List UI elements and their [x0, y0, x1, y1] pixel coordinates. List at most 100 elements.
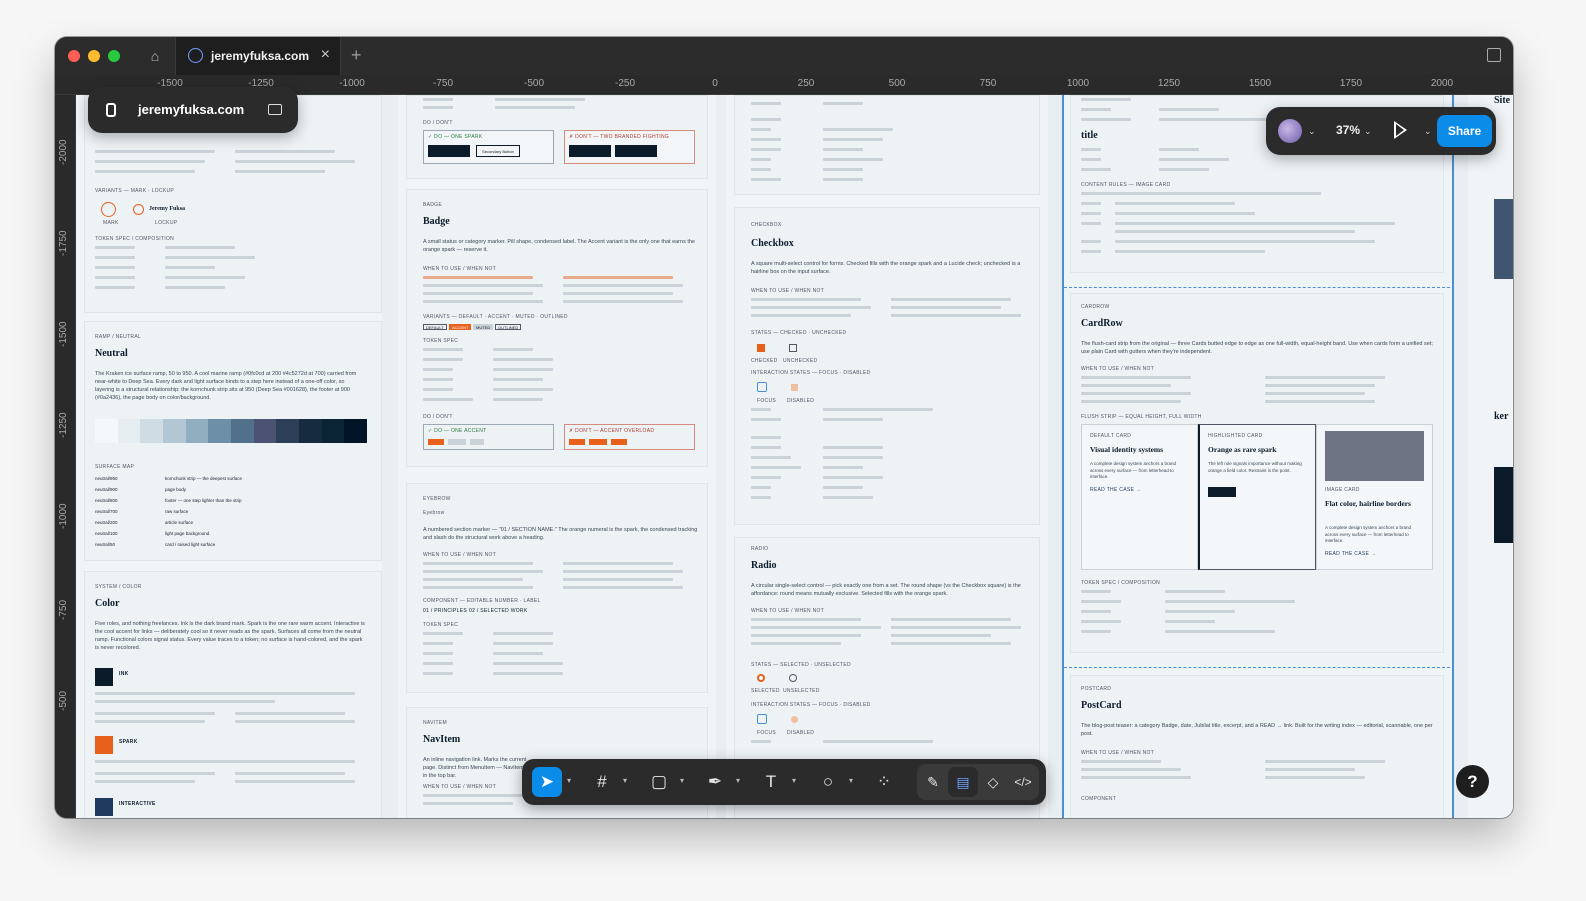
chevron-down-icon[interactable]: ▾ — [680, 776, 684, 785]
card-cta[interactable] — [1208, 487, 1236, 497]
dont-example: ✗ DON'T — TWO BRANDED FIGHTING — [564, 130, 695, 164]
read-case-link[interactable]: READ THE CASE → — [1090, 487, 1141, 493]
badge-dont-label: ✗ DON'T — ACCENT OVERLOAD — [569, 428, 655, 434]
checked-label: CHECKED — [751, 358, 778, 364]
design-canvas[interactable]: VARIANTS — MARK · LOCKUP MARK Jeremy Fuk… — [76, 95, 1513, 818]
secondary-button[interactable]: Secondary Button — [476, 145, 520, 157]
chevron-down-icon[interactable]: ⌄ — [1308, 126, 1316, 137]
figma-logo-icon[interactable] — [106, 103, 116, 117]
ruler-label: -250 — [614, 78, 636, 89]
eyebrow-card[interactable]: EYEBROW Eyebrow A numbered section marke… — [406, 483, 708, 693]
zoom-level[interactable]: 37% — [1336, 123, 1360, 137]
eyebrow-title: Eyebrow — [423, 510, 445, 516]
dev-mode-icon[interactable]: </> — [1008, 767, 1038, 797]
eyebrow-description: A numbered section marker — "01 / SECTIO… — [423, 527, 698, 541]
file-menu-pill[interactable]: jeremyfuksa.com — [88, 87, 298, 133]
component-icon[interactable]: ◇ — [978, 767, 1008, 797]
card-highlighted[interactable]: HIGHLIGHTED CARD Orange as rare spark Th… — [1198, 424, 1316, 570]
chevron-down-icon[interactable]: ▾ — [623, 776, 627, 785]
ruler-label: -500 — [58, 690, 69, 711]
badge-do-example: ✓ DO — ONE ACCENT — [423, 424, 554, 450]
bottom-toolbar: ➤ ▾ # ▾ ▢ ▾ ✒ ▾ T ▾ ○ ▾ ⁘ ✎ ▤ ◇ </> — [522, 759, 1046, 805]
input-card[interactable] — [734, 95, 1040, 195]
mark-label: MARK — [103, 220, 119, 226]
file-name[interactable]: jeremyfuksa.com — [138, 102, 244, 117]
draw-icon[interactable]: ✎ — [918, 767, 948, 797]
ruler-label: -750 — [432, 78, 454, 89]
disabled-label: DISABLED — [787, 398, 815, 404]
avatar[interactable] — [1278, 119, 1302, 143]
present-icon[interactable] — [1394, 121, 1407, 139]
card-image[interactable]: IMAGE CARD Flat color, hairline borders … — [1316, 424, 1433, 570]
share-button[interactable]: Share — [1437, 115, 1492, 147]
toggle-panel-icon[interactable] — [268, 104, 282, 115]
help-button[interactable]: ? — [1456, 765, 1489, 798]
ruler-label: 500 — [888, 78, 906, 89]
when-label: WHEN TO USE / WHEN NOT — [1081, 750, 1155, 756]
neutral-row-label: neutral/200 — [95, 520, 118, 525]
neutral-card[interactable]: RAMP / NEUTRAL Neutral The Kraken ice su… — [84, 321, 382, 561]
home-icon[interactable]: ⌂ — [147, 48, 163, 64]
actions-icon[interactable]: ⁘ — [869, 767, 899, 797]
navitem-kicker: NAVITEM — [423, 720, 447, 726]
frame-column-1[interactable]: VARIANTS — MARK · LOCKUP MARK Jeremy Fuk… — [76, 95, 382, 818]
button-card[interactable]: DO / DON'T ✓ DO — ONE SPARK Secondary Bu… — [406, 95, 708, 179]
design-icon[interactable]: ▤ — [948, 767, 978, 797]
frame-column-4[interactable]: title CONTENT RULES — image card CARDROW… — [1062, 95, 1454, 818]
neutral-kicker: RAMP / NEUTRAL — [95, 334, 142, 340]
cardrow-card[interactable]: CARDROW CardRow The flush-card strip fro… — [1070, 293, 1444, 653]
radio-states-label: STATES — SELECTED · UNSELECTED — [751, 662, 851, 668]
pen-icon[interactable]: ✒ — [700, 767, 730, 797]
checkbox-card[interactable]: CHECKBOX Checkbox A square multi-select … — [734, 207, 1040, 525]
chevron-down-icon[interactable]: ▾ — [567, 776, 571, 785]
chevron-down-icon[interactable]: ▾ — [849, 776, 853, 785]
selected-work-eyebrow: 02 / SELECTED WORK — [469, 608, 528, 614]
library-icon[interactable] — [1487, 48, 1501, 62]
zoom-window-button[interactable] — [108, 50, 120, 62]
close-tab-icon[interactable]: × — [321, 46, 330, 64]
ruler-label: -1500 — [58, 321, 69, 347]
move-icon[interactable]: ➤ — [532, 767, 562, 797]
frame-icon[interactable]: # — [587, 767, 617, 797]
card-default[interactable]: DEFAULT CARD Visual identity systems A c… — [1081, 424, 1198, 570]
color-card[interactable]: SYSTEM / COLOR Color Five roles, and not… — [84, 571, 382, 818]
ruler-label: 750 — [979, 78, 997, 89]
new-tab-icon[interactable]: + — [351, 45, 362, 66]
chevron-down-icon[interactable]: ⌄ — [1364, 126, 1372, 137]
postcard-card[interactable]: POSTCARD PostCard The blog-post teaser: … — [1070, 675, 1444, 818]
badge-kicker: BADGE — [423, 202, 443, 208]
cardrow-kicker: CARDROW — [1081, 304, 1110, 310]
app-window: ⌂ jeremyfuksa.com × + -1500 -1250 -1000 … — [55, 37, 1513, 818]
frame-column-2[interactable]: DO / DON'T ✓ DO — ONE SPARK Secondary Bu… — [398, 95, 716, 818]
chevron-down-icon[interactable]: ▾ — [792, 776, 796, 785]
comment-icon[interactable]: ○ — [813, 767, 843, 797]
do-dont-label: DO / DON'T — [423, 414, 453, 420]
do-example: ✓ DO — ONE SPARK Secondary Button — [423, 130, 554, 164]
eyebrow-kicker: EYEBROW — [423, 496, 451, 502]
badge-card[interactable]: BADGE Badge A small status or category m… — [406, 189, 708, 467]
minimize-window-button[interactable] — [88, 50, 100, 62]
when-label: WHEN TO USE / WHEN NOT — [1081, 366, 1155, 372]
site-title-partial: Site — [1494, 95, 1511, 106]
frame-column-3[interactable]: CHECKBOX Checkbox A square multi-select … — [726, 95, 1048, 818]
postcard-description: The blog-post teaser: a category Badge, … — [1081, 723, 1433, 737]
ruler-label: 1500 — [1248, 78, 1272, 89]
tab-file[interactable]: jeremyfuksa.com × — [175, 37, 341, 75]
chevron-down-icon[interactable]: ⌄ — [1424, 126, 1432, 137]
neutral-row-value: raw surface — [165, 509, 189, 514]
badge-default: DEFAULT — [423, 324, 447, 330]
neutral-row-label: neutral/700 — [95, 509, 118, 514]
selection-right-edge — [1452, 95, 1454, 818]
neutral-row-value: page body — [165, 487, 187, 492]
shape-icon[interactable]: ▢ — [644, 767, 674, 797]
read-case-link[interactable]: READ THE CASE → — [1325, 551, 1376, 557]
ruler-label: -1000 — [339, 78, 365, 89]
text-icon[interactable]: T — [756, 767, 786, 797]
title-bar: ⌂ jeremyfuksa.com × + — [55, 37, 1513, 75]
neutral-row-value: card / raised light surface — [165, 542, 216, 547]
checkbox-unchecked — [789, 344, 797, 352]
badge-title: Badge — [423, 216, 450, 227]
close-window-button[interactable] — [68, 50, 80, 62]
frame-column-5[interactable]: Site ker — [1468, 95, 1513, 818]
chevron-down-icon[interactable]: ▾ — [736, 776, 740, 785]
